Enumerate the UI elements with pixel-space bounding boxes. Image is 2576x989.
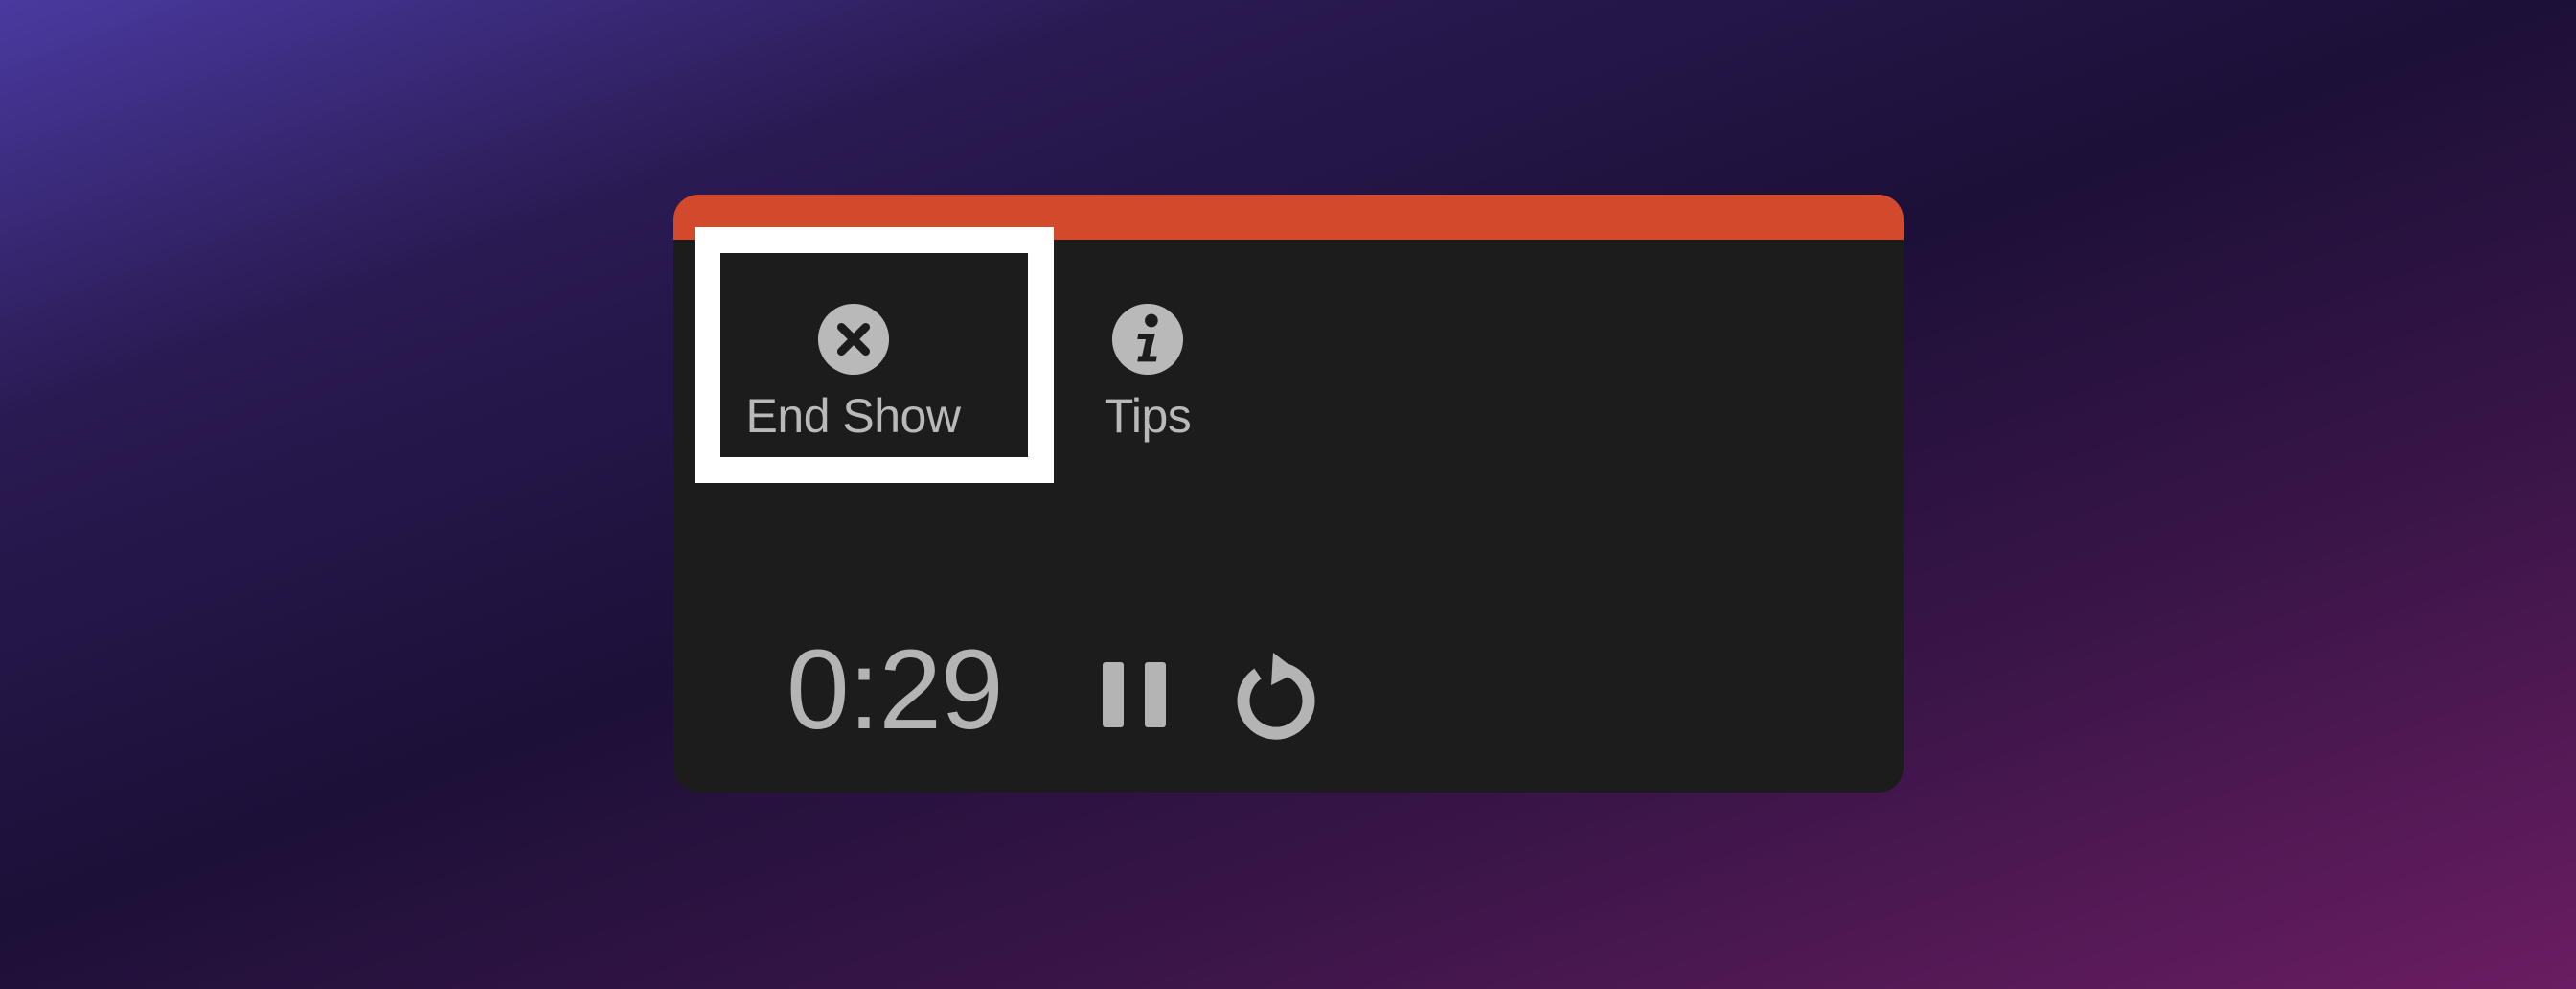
- pause-icon[interactable]: [1097, 655, 1172, 735]
- end-show-label: End Show: [745, 389, 961, 443]
- panel-accent-bar: [673, 195, 1904, 240]
- tips-label: Tips: [1104, 389, 1192, 443]
- info-circle-icon: [1111, 303, 1184, 376]
- restart-icon[interactable]: [1227, 647, 1319, 743]
- end-show-button[interactable]: End Show: [746, 302, 961, 440]
- tips-button[interactable]: Tips: [1076, 302, 1220, 440]
- presenter-panel: End Show Tips 0:29: [673, 195, 1904, 793]
- close-circle-icon: [817, 303, 889, 376]
- elapsed-timer: 0:29: [786, 627, 1004, 753]
